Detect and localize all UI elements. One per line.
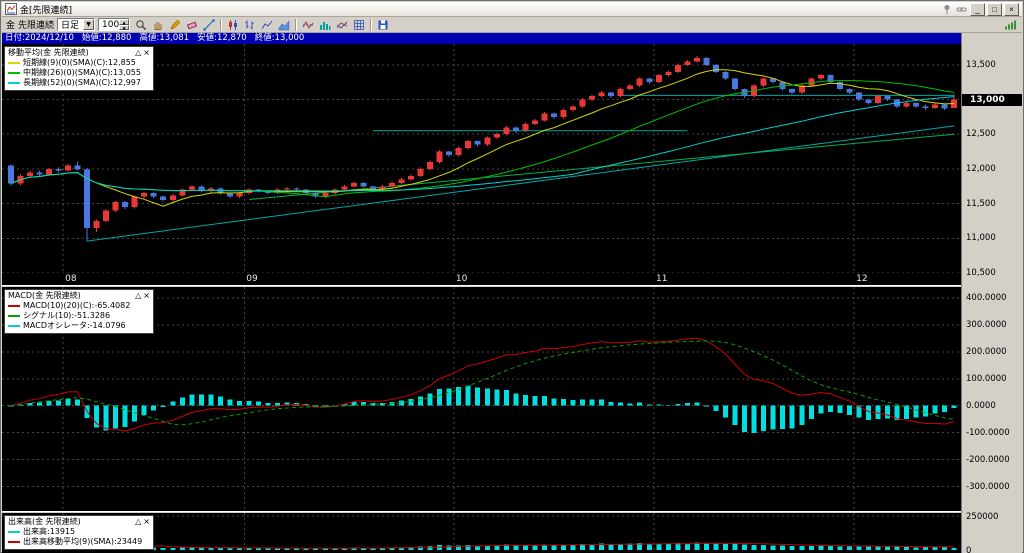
legend-item: 出来高:13915 [8,527,150,537]
maximize-button[interactable]: □ [987,2,1002,16]
legend-swatch [8,325,20,327]
close-button[interactable]: × [1004,2,1019,16]
histogram-icon[interactable] [317,17,334,32]
period-select[interactable]: 日足 ▼ [57,18,96,31]
legend-close-button[interactable]: × [143,291,150,301]
info-high: 高値:13,081 [139,33,190,43]
x-axis-label: 10 [455,274,468,284]
volume-legend: 出来高(金 先限連続) △ × 出来高:13915 出来高移動平均(9)(SMA)… [4,515,154,550]
axis-tick: 12,500 [966,129,996,140]
x-axis-labels: 08 09 10 11 12 [2,273,963,285]
info-date: 日付:2024/12/10 [5,33,74,43]
info-close: 終値:13,000 [254,33,305,43]
current-price-tag: 13,000 [962,93,1022,106]
axis-tick: 300.0000 [966,319,1007,330]
link-icon[interactable] [955,3,968,15]
trendline-icon[interactable] [201,17,218,32]
axis-tick: 10,500 [966,268,996,278]
legend-item: 短期線(9)(0)(SMA)(C):12,855 [8,58,150,68]
legend-swatch [8,541,20,543]
eraser-icon[interactable] [184,17,201,32]
legend-item: 長期線(52)(0)(SMA)(C):12,997 [8,78,150,88]
toolbar-separator [295,18,298,31]
chart-area: 日付:2024/12/10 始値:12,880 高値:13,081 安値:12,… [2,33,963,553]
axis-tick: 0.0000 [966,400,996,411]
x-axis-label: 09 [246,274,258,284]
legend-item: 出来高移動平均(9)(SMA):23449 [8,537,150,547]
app-icon [5,3,17,15]
ohlc-chart-icon[interactable] [242,17,259,32]
titlebar[interactable]: 金[先限連続] _ □ × [2,2,1022,17]
axis-tick: 400.0000 [966,292,1007,303]
legend-item: MACDオシレータ:-14.0796 [8,321,150,331]
period-value: 日足 [61,21,80,31]
axis-tick: 100.0000 [966,373,1007,384]
macd-histogram [8,385,957,434]
hand-icon[interactable] [150,17,167,32]
bar-count-value: 100 [102,19,120,30]
legend-collapse-button[interactable]: △ [135,48,141,58]
legend-swatch [8,72,20,74]
axis-tick: 250000 [966,512,999,522]
toolbar: 金 先限連続 日足 ▼ 100 ▲ ▼ [2,17,1022,33]
legend-title: MACD(金 先限連続) [8,291,81,300]
bar-count-decrement[interactable]: ▼ [119,24,130,30]
legend-collapse-button[interactable]: △ [135,291,141,301]
axis-tick: -100.0000 [966,427,1010,438]
save-icon[interactable] [375,17,392,32]
axis-tick: 13,500 [966,59,996,70]
x-axis-label: 08 [65,274,77,284]
ma-line [10,80,955,198]
legend-item: シグナル(10):-51.3286 [8,311,150,321]
legend-swatch [8,305,20,307]
legend-swatch [8,315,20,317]
legend-title: 移動平均(金 先限連続) [8,48,89,57]
axis-tick: 11,000 [966,233,996,244]
line-chart-icon[interactable] [259,17,276,32]
axis-tick: -300.0000 [966,481,1010,492]
ohlc-info-bar: 日付:2024/12/10 始値:12,880 高値:13,081 安値:12,… [2,33,963,44]
legend-swatch [8,82,20,84]
area-chart-icon[interactable] [276,17,293,32]
axis-tick: 12,000 [966,163,996,174]
bar-count-input[interactable]: 100 ▲ ▼ [98,18,131,31]
grid-icon[interactable] [351,17,368,32]
chevron-down-icon[interactable]: ▼ [83,19,95,30]
price-axis: 13,500 13,000 12,500 12,000 11,500 11,000 10,5… [961,33,1022,553]
info-low: 安値:12,870 [197,33,247,43]
pencil-icon[interactable] [167,17,184,32]
zoom-icon[interactable] [133,17,150,32]
indicator-icon[interactable] [300,17,317,32]
toolbar-separator [220,18,223,31]
axis-tick: -200.0000 [966,454,1010,465]
legend-title: 出来高(金 先限連続) [8,517,81,526]
minimize-button[interactable]: _ [970,2,985,16]
x-axis-label: 12 [856,274,868,284]
pushpin-icon[interactable] [940,3,953,15]
ma-legend: 移動平均(金 先限連続) △ × 短期線(9)(0)(SMA)(C):12,85… [4,46,154,91]
axis-tick: 0 [966,546,972,553]
contract-label: 先限連続 [18,21,55,31]
legend-item: 中期線(26)(0)(SMA)(C):13,055 [8,68,150,78]
legend-collapse-button[interactable]: △ [135,517,141,527]
macd-legend: MACD(金 先限連続) △ × MACD(10)(20)(C):-65.408… [4,289,154,334]
app-window: 金[先限連続] _ □ × 金 先限連続 日足 ▼ 100 ▲ ▼ 日付:202… [0,0,1024,553]
toolbar-separator [370,18,373,31]
toolbar-icons [133,17,392,32]
candlestick-chart-icon[interactable] [225,17,242,32]
window-title: 金[先限連続] [20,5,73,16]
symbol-label: 金 [6,21,16,31]
legend-swatch [8,531,20,533]
signal-icon[interactable] [1002,17,1018,32]
legend-close-button[interactable]: × [143,517,150,527]
x-axis-label: 11 [656,274,668,284]
info-open: 始値:12,880 [81,33,132,43]
ma-line [10,96,955,192]
legend-swatch [8,62,20,64]
compare-icon[interactable] [334,17,351,32]
legend-item: MACD(10)(20)(C):-65.4082 [8,301,150,311]
legend-close-button[interactable]: × [143,48,150,58]
axis-tick: 200.0000 [966,346,1007,357]
axis-tick: 11,500 [966,198,996,209]
